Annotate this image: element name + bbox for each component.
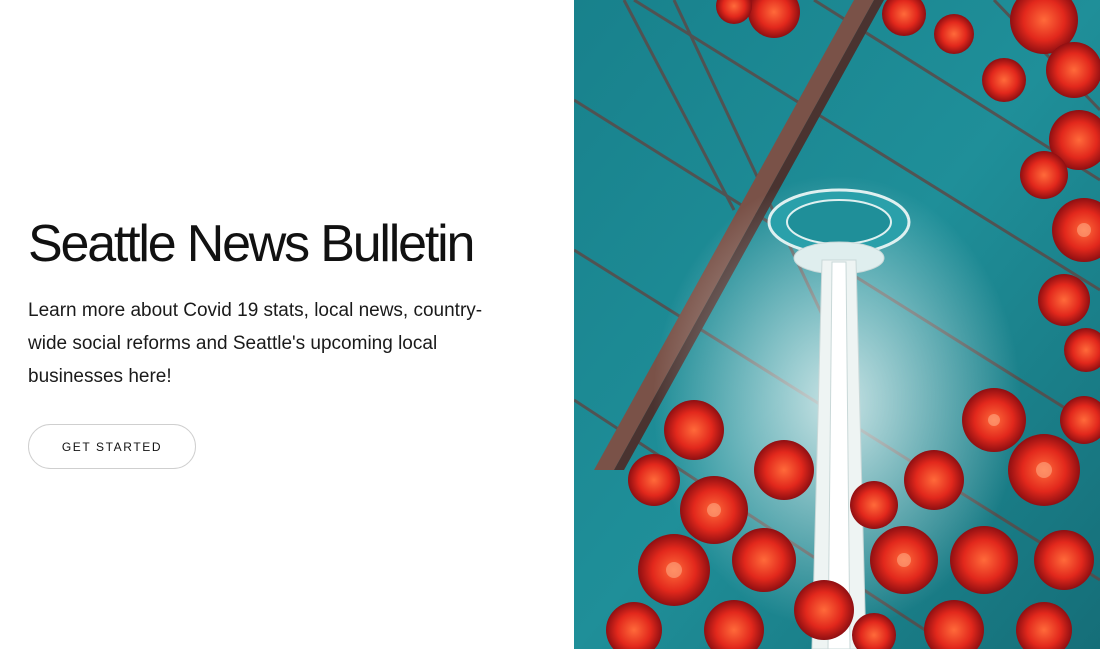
hero-text-panel: Seattle News Bulletin Learn more about C… <box>0 0 574 649</box>
get-started-button[interactable]: GET STARTED <box>28 424 196 469</box>
hero-image <box>574 0 1100 649</box>
page-title: Seattle News Bulletin <box>28 215 475 273</box>
hero-description: Learn more about Covid 19 stats, local n… <box>28 300 483 387</box>
hero-section: Seattle News Bulletin Learn more about C… <box>0 0 1100 649</box>
